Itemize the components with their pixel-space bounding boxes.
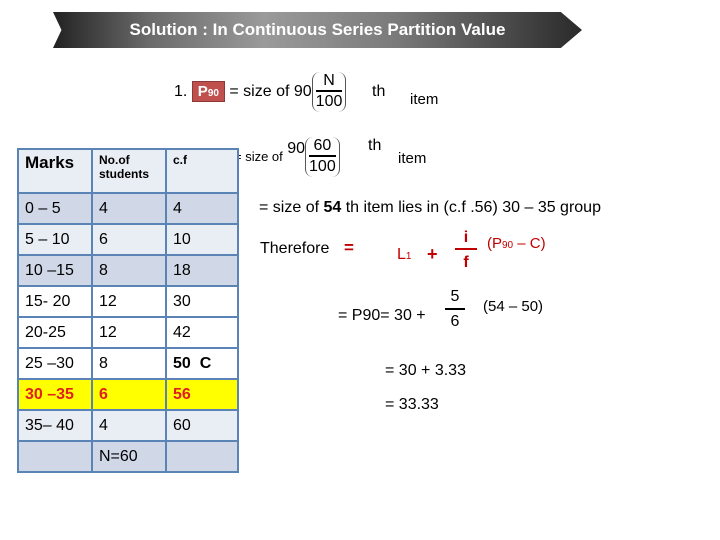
step2-equals: = size of xyxy=(234,149,283,165)
step2-item: item xyxy=(398,150,427,167)
formula-L1: L1 xyxy=(397,246,412,263)
table-cell xyxy=(165,440,239,473)
table-row: 15- 20 12 30 xyxy=(17,285,239,318)
header-cf: c.f xyxy=(165,148,239,194)
header-marks: Marks xyxy=(17,148,93,194)
step3-bold-value: 54 xyxy=(323,199,342,216)
therefore-equals: = xyxy=(344,238,354,257)
table-cell: 42 xyxy=(165,316,239,349)
step1-th: th xyxy=(372,83,386,100)
result-line-2: = 33.33 xyxy=(385,396,439,413)
result-line-1: = 30 + 3.33 xyxy=(385,362,466,379)
step-number: 1. xyxy=(174,83,188,101)
table-cell: 8 xyxy=(91,254,167,287)
table-cell: 4 xyxy=(165,192,239,225)
formula-plus: + xyxy=(427,244,438,264)
table-cell: 18 xyxy=(165,254,239,287)
step1-equals: = size of 90 xyxy=(229,83,312,101)
table-cell: 30 xyxy=(165,285,239,318)
table-cell: 10 xyxy=(165,223,239,256)
table-cell: 25 –30 xyxy=(17,347,93,380)
table-row: 5 – 10 6 10 xyxy=(17,223,239,256)
therefore-label: Therefore xyxy=(260,240,330,257)
table-cell: 10 –15 xyxy=(17,254,93,287)
step2-paren: 60 100 xyxy=(305,137,340,177)
step2-coef: 90 xyxy=(287,140,306,158)
table-cell: 4 xyxy=(91,409,167,442)
table-row: 0 – 544 xyxy=(17,192,239,225)
banner-title: Solution : In Continuous Series Partitio… xyxy=(129,20,506,39)
formula-fraction: i f xyxy=(455,228,477,276)
table-cell: 15- 20 xyxy=(17,285,93,318)
p90-badge: P90 xyxy=(191,81,225,103)
table-cell: 50 C xyxy=(165,347,239,380)
table-cell: N=60 xyxy=(91,440,167,473)
table-cell: 56 xyxy=(165,378,239,411)
title-banner: Solution : In Continuous Series Partitio… xyxy=(53,12,582,48)
step1-paren: N 100 xyxy=(311,72,347,112)
table-cell: 4 xyxy=(91,192,167,225)
substitution-paren: (54 – 50) xyxy=(483,298,544,315)
substitution-fraction: 5 6 xyxy=(445,286,465,334)
table-row: 10 –15 8 18 xyxy=(17,254,239,287)
step2-formula: = size of 90 60 100 xyxy=(234,137,340,177)
table-cell xyxy=(17,440,93,473)
table-cell: 12 xyxy=(91,285,167,318)
table-cell: 60 xyxy=(165,409,239,442)
frequency-table: Marks No.of students c.f 0 – 544 5 – 10 6… xyxy=(17,148,239,473)
table-cell: 35– 40 xyxy=(17,409,93,442)
table-row: 20-25 12 42 xyxy=(17,316,239,349)
header-students: No.of students xyxy=(91,148,167,194)
step3-text: = size of 54 th item lies in (c.f .56) 3… xyxy=(259,199,601,216)
step1-fraction: N 100 xyxy=(315,72,343,110)
table-cell: 5 – 10 xyxy=(17,223,93,256)
table-cell: 6 xyxy=(91,378,167,411)
table-row: 35– 40 4 60 xyxy=(17,409,239,442)
table-cell: 8 xyxy=(91,347,167,380)
step2-fraction: 60 100 xyxy=(309,137,336,175)
substitution-prefix: = P90= 30 + xyxy=(338,307,426,324)
formula-paren: (P90 – C) xyxy=(487,235,546,252)
table-header-row: Marks No.of students c.f xyxy=(17,148,239,194)
table-cell: 20-25 xyxy=(17,316,93,349)
table-cell: 12 xyxy=(91,316,167,349)
table-cell: 6 xyxy=(91,223,167,256)
table-row: 25 –30 8 50 C xyxy=(17,347,239,380)
table-cell: 0 – 5 xyxy=(17,192,93,225)
step2-th: th xyxy=(368,137,382,154)
table-total-row: N=60 xyxy=(17,440,239,473)
step1-item: item xyxy=(410,91,439,108)
table-cell: 30 –35 xyxy=(17,378,93,411)
step1-formula: 1. P90 = size of 90 N 100 xyxy=(174,72,347,112)
table-row-highlighted: 30 –35 6 56 xyxy=(17,378,239,411)
